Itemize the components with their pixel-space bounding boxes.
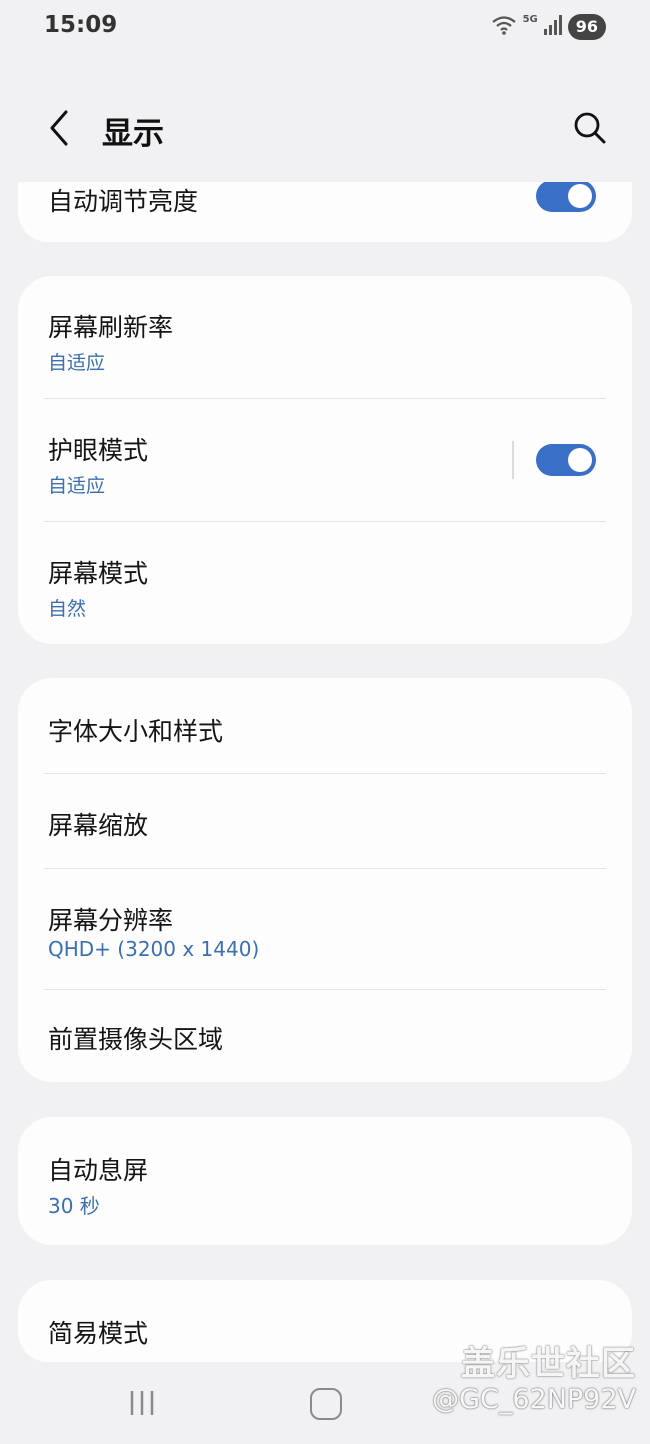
search-icon [574, 112, 606, 144]
eye-comfort-title: 护眼模式 [48, 436, 149, 465]
status-bar: 15:09 5G 96 [0, 0, 650, 56]
status-time: 15:09 [44, 12, 118, 38]
search-button[interactable] [570, 108, 610, 148]
resolution-row[interactable]: 屏幕分辨率 QHD+ (3200 x 1440) [18, 869, 632, 989]
screen-timeout-title: 自动息屏 [48, 1156, 149, 1185]
status-icons: 5G 96 [491, 12, 606, 42]
screen-mode-value: 自然 [48, 598, 87, 620]
home-button[interactable] [310, 1388, 342, 1420]
page-title: 显示 [102, 116, 164, 152]
camera-cutout-row[interactable]: 前置摄像头区域 [18, 990, 632, 1082]
card-brightness: 自动调节亮度 [18, 182, 632, 242]
watermark-title: 盖乐世社区 [461, 1344, 636, 1384]
easy-mode-title: 简易模式 [48, 1319, 149, 1348]
recent-apps-button[interactable] [128, 1388, 158, 1418]
chevron-left-icon [50, 110, 68, 146]
network-5g-label: 5G [522, 13, 538, 25]
screen-mode-title: 屏幕模式 [48, 559, 149, 588]
font-title: 字体大小和样式 [48, 717, 224, 746]
auto-brightness-row[interactable]: 自动调节亮度 [18, 182, 632, 242]
battery-badge: 96 [567, 14, 606, 40]
font-row[interactable]: 字体大小和样式 [18, 678, 632, 773]
refresh-rate-title: 屏幕刷新率 [48, 313, 174, 342]
vertical-separator [512, 441, 514, 479]
card-screen-timeout: 自动息屏 30 秒 [18, 1117, 632, 1245]
card-display-modes: 屏幕刷新率 自适应 护眼模式 自适应 屏幕模式 自然 [18, 276, 632, 644]
resolution-title: 屏幕分辨率 [48, 906, 174, 935]
wifi-icon [491, 14, 517, 40]
resolution-value: QHD+ (3200 x 1440) [48, 937, 260, 961]
card-screen-settings: 字体大小和样式 屏幕缩放 屏幕分辨率 QHD+ (3200 x 1440) 前置… [18, 678, 632, 1082]
eye-comfort-toggle[interactable] [536, 444, 596, 476]
toggle-knob [568, 448, 592, 472]
auto-brightness-toggle[interactable] [536, 182, 596, 212]
eye-comfort-value: 自适应 [48, 475, 106, 497]
camera-cutout-title: 前置摄像头区域 [48, 1025, 224, 1054]
watermark-user: @GC_62NP92V [432, 1384, 636, 1415]
zoom-title: 屏幕缩放 [48, 811, 149, 840]
refresh-rate-value: 自适应 [48, 352, 106, 374]
screen-timeout-row[interactable]: 自动息屏 30 秒 [18, 1117, 632, 1245]
refresh-rate-row[interactable]: 屏幕刷新率 自适应 [18, 276, 632, 398]
screen-mode-row[interactable]: 屏幕模式 自然 [18, 522, 632, 644]
eye-comfort-row[interactable]: 护眼模式 自适应 [18, 399, 632, 521]
zoom-row[interactable]: 屏幕缩放 [18, 774, 632, 868]
toggle-knob [568, 184, 592, 208]
back-button[interactable] [40, 106, 80, 150]
screen-timeout-value: 30 秒 [48, 1194, 100, 1218]
signal-icon [543, 15, 562, 39]
app-header: 显示 [0, 90, 650, 170]
auto-brightness-label: 自动调节亮度 [48, 187, 199, 216]
recent-apps-icon [130, 1391, 154, 1415]
